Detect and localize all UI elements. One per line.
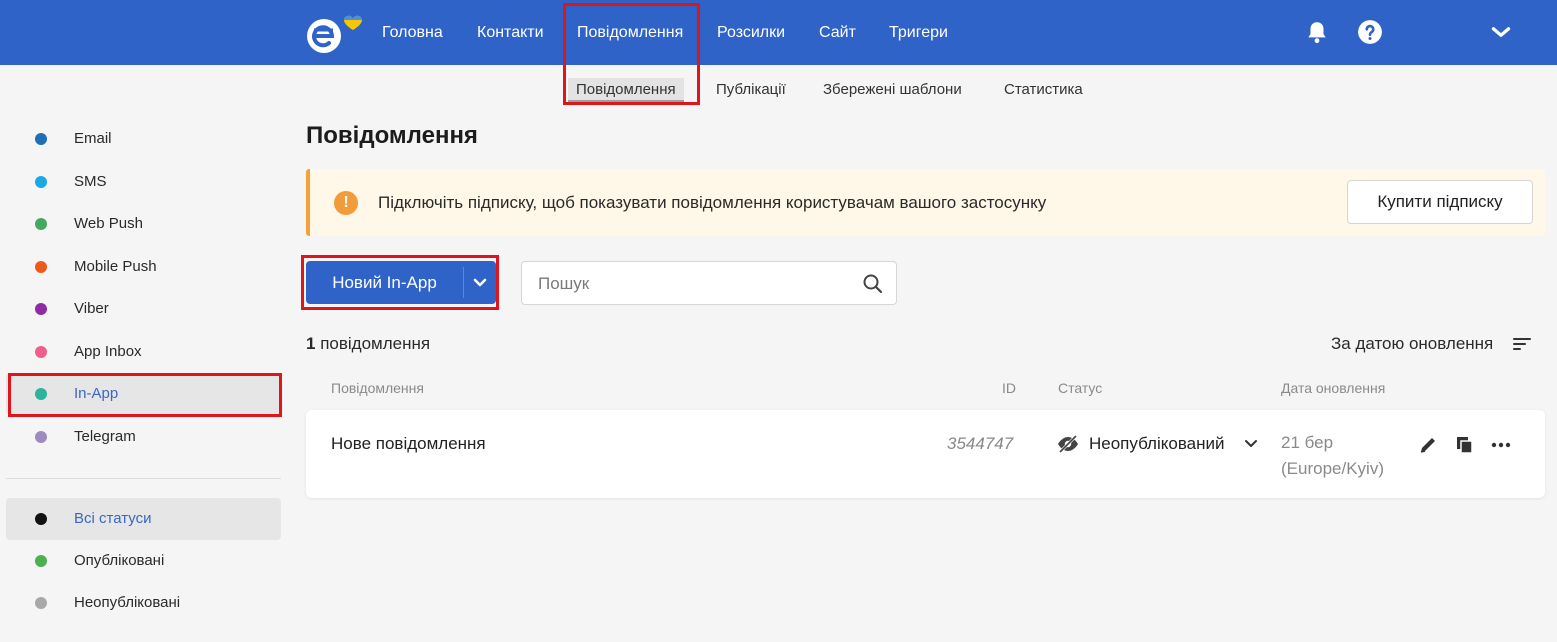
message-count-label: повідомлення — [320, 334, 431, 353]
nav-triggers[interactable]: Тригери — [889, 0, 948, 65]
more-options-icon[interactable] — [1490, 434, 1512, 456]
sidebar-item-mobile-push[interactable]: Mobile Push — [6, 246, 281, 288]
edit-pencil-icon[interactable] — [1417, 434, 1439, 456]
message-count: 1 повідомлення — [306, 334, 430, 354]
chevron-down-icon[interactable] — [464, 261, 496, 304]
banner-text: Підключіть підписку, щоб показувати пові… — [378, 193, 1047, 212]
updated-date-timezone: (Europe/Kyiv) — [1281, 459, 1384, 478]
subnav-saved-templates[interactable]: Збережені шаблони — [823, 78, 962, 102]
web-push-dot-icon — [35, 218, 47, 230]
updated-date-day: 21 бер — [1281, 433, 1334, 452]
column-header-updated-date: Дата оновлення — [1281, 380, 1386, 396]
page-title: Повідомлення — [306, 122, 478, 149]
sidebar-item-label: SMS — [74, 173, 107, 190]
warning-icon: ! — [334, 191, 358, 215]
status-filter-label: Опубліковані — [74, 552, 165, 569]
subnav-statistics[interactable]: Статистика — [1004, 78, 1083, 102]
table-row[interactable]: Нове повідомлення 3544747 Неопубліковани… — [306, 410, 1545, 498]
nav-campaigns[interactable]: Розсилки — [717, 0, 785, 65]
new-in-app-label[interactable]: Новий In-App — [306, 261, 463, 304]
message-name[interactable]: Нове повідомлення — [331, 434, 486, 454]
subnav-messages[interactable]: Повідомлення — [568, 78, 684, 102]
status-filter-label: Неопубліковані — [74, 594, 181, 611]
sidebar-item-web-push[interactable]: Web Push — [6, 203, 281, 245]
sidebar-item-label: Mobile Push — [74, 258, 157, 275]
search-box — [521, 261, 897, 305]
in-app-dot-icon — [35, 388, 47, 400]
column-header-id: ID — [1002, 380, 1016, 396]
all-statuses-dot-icon — [35, 513, 47, 525]
eye-off-icon — [1058, 434, 1078, 454]
updated-date: 21 бер (Europe/Kyiv) — [1281, 430, 1384, 482]
sort-icon[interactable] — [1512, 336, 1532, 352]
sort-dropdown[interactable]: За датою оновлення — [1331, 334, 1493, 354]
sidebar-item-sms[interactable]: SMS — [6, 161, 281, 203]
search-icon[interactable] — [862, 273, 884, 295]
sms-dot-icon — [35, 176, 47, 188]
nav-home[interactable]: Головна — [382, 0, 443, 65]
sidebar-item-in-app[interactable]: In-App — [6, 373, 281, 415]
viber-dot-icon — [35, 303, 47, 315]
bell-icon[interactable] — [1304, 19, 1330, 45]
column-header-message: Повідомлення — [331, 380, 424, 396]
sidebar-item-email[interactable]: Email — [6, 118, 281, 160]
search-input[interactable] — [538, 272, 848, 296]
sidebar-item-label: Email — [74, 130, 112, 147]
copy-icon[interactable] — [1454, 434, 1476, 456]
sidebar-item-label: Viber — [74, 300, 109, 317]
top-navbar: Головна Контакти Повідомлення Розсилки С… — [0, 0, 1557, 65]
published-dot-icon — [35, 555, 47, 567]
sidebar-item-label: Telegram — [74, 428, 136, 445]
nav-site[interactable]: Сайт — [819, 0, 856, 65]
sidebar-divider — [6, 478, 281, 479]
status-filter-published[interactable]: Опубліковані — [6, 540, 281, 582]
subscription-banner: ! Підключіть підписку, щоб показувати по… — [306, 169, 1545, 236]
message-id: 3544747 — [947, 434, 1014, 453]
logo-icon[interactable] — [304, 10, 364, 56]
status-filter-unpublished[interactable]: Неопубліковані — [6, 582, 281, 624]
sidebar-item-label: Web Push — [74, 215, 143, 232]
mobile-push-dot-icon — [35, 261, 47, 273]
telegram-dot-icon — [35, 431, 47, 443]
help-icon[interactable] — [1357, 19, 1383, 45]
status-filter-label: Всі статуси — [74, 510, 152, 527]
sidebar-item-telegram[interactable]: Telegram — [6, 416, 281, 458]
sidebar-item-label: App Inbox — [74, 343, 142, 360]
app-inbox-dot-icon — [35, 346, 47, 358]
status-filter-all[interactable]: Всі статуси — [6, 498, 281, 540]
buy-subscription-button[interactable]: Купити підписку — [1347, 180, 1533, 224]
sidebar-item-label: In-App — [74, 385, 119, 402]
nav-messages[interactable]: Повідомлення — [577, 0, 683, 65]
status-label: Неопублікований — [1089, 434, 1225, 453]
message-count-number: 1 — [306, 334, 316, 353]
email-dot-icon — [35, 133, 47, 145]
subnav-publications[interactable]: Публікації — [716, 78, 786, 102]
sidebar-item-app-inbox[interactable]: App Inbox — [6, 331, 281, 373]
new-in-app-button[interactable]: Новий In-App — [306, 261, 496, 304]
chevron-down-icon[interactable] — [1488, 19, 1514, 45]
unpublished-dot-icon — [35, 597, 47, 609]
sidebar-item-viber[interactable]: Viber — [6, 288, 281, 330]
chevron-down-icon[interactable] — [1244, 438, 1258, 450]
nav-contacts[interactable]: Контакти — [477, 0, 544, 65]
column-header-status: Статус — [1058, 380, 1103, 396]
